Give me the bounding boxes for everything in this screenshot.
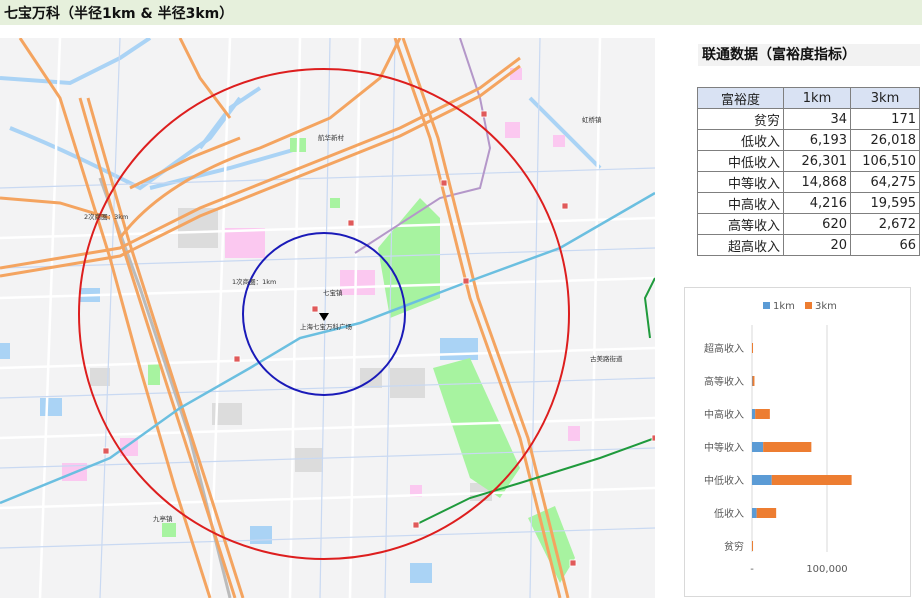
table-cell-3km: 66	[850, 234, 920, 256]
map-canvas[interactable]: 2次商圏：3km 1次商圏：1km 七宝镇 上海七宝万科广场 航华新村 虹桥镇 …	[0, 38, 655, 598]
label-hangkou: 航华新村	[318, 133, 345, 142]
bar-segment-3km	[755, 409, 770, 419]
label-circle-1km: 1次商圏：1km	[232, 277, 276, 286]
table-cell-1km: 14,868	[783, 171, 851, 193]
chart-canvas: 1km 3km 超高收入高等收入中高收入中等收入中低收入低收入贫穷- 100,000	[704, 301, 852, 575]
table-cell-1km: 4,216	[783, 192, 851, 214]
affluence-table: 富裕度 1km 3km 贫穷 34 171 低收入 6,193 26,018 中…	[697, 87, 920, 256]
affluence-bar-chart: 1km 3km 超高收入高等收入中高收入中等收入中低收入低收入贫穷 - 100,000	[684, 287, 911, 597]
table-cell-label: 中高收入	[697, 192, 784, 214]
x-tick-label: -	[750, 564, 754, 575]
category-label: 中低收入	[704, 474, 744, 487]
label-circle-3km: 2次商圏：3km	[84, 212, 128, 221]
table-row: 中低收入 26,301 106,510	[697, 150, 920, 172]
table-header-cell: 1km	[783, 87, 851, 109]
table-row: 中高收入 4,216 19,595	[697, 192, 920, 214]
label-jiuting: 九亭镇	[153, 514, 173, 523]
table-row: 低收入 6,193 26,018	[697, 129, 920, 151]
table-cell-label: 高等收入	[697, 213, 784, 235]
legend-swatch	[763, 302, 770, 309]
table-cell-1km: 34	[783, 108, 851, 130]
legend-swatch	[805, 302, 812, 309]
table-cell-1km: 26,301	[783, 150, 851, 172]
table-cell-3km: 19,595	[850, 192, 920, 214]
bar-segment-3km	[752, 541, 754, 551]
bar-segment-3km	[756, 508, 777, 518]
table-cell-1km: 620	[783, 213, 851, 235]
table-cell-label: 低收入	[697, 129, 784, 151]
legend-label: 3km	[815, 301, 837, 312]
table-cell-3km: 171	[850, 108, 920, 130]
category-label: 低收入	[714, 507, 744, 520]
table-cell-label: 中低收入	[697, 150, 784, 172]
table-header-cell: 富裕度	[697, 87, 784, 109]
table-cell-3km: 64,275	[850, 171, 920, 193]
map-view[interactable]: 2次商圏：3km 1次商圏：1km 七宝镇 上海七宝万科广场 航华新村 虹桥镇 …	[0, 38, 655, 598]
category-label: 超高收入	[704, 342, 744, 355]
bar-segment-1km	[752, 409, 756, 419]
table-cell-3km: 2,672	[850, 213, 920, 235]
x-tick-label: 100,000	[806, 564, 847, 575]
table-cell-1km: 6,193	[783, 129, 851, 151]
bar-segment-3km	[771, 475, 852, 485]
table-cell-label: 中等收入	[697, 171, 784, 193]
table-header-row: 富裕度 1km 3km	[697, 87, 920, 109]
bar-segment-1km	[752, 442, 764, 452]
table-row: 超高收入 20 66	[697, 234, 920, 256]
bar-segment-1km	[752, 508, 757, 518]
table-row: 中等收入 14,868 64,275	[697, 171, 920, 193]
category-label: 贫穷	[724, 540, 744, 553]
table-row: 高等收入 620 2,672	[697, 213, 920, 235]
category-label: 中等收入	[704, 441, 744, 454]
bar-segment-3km	[763, 442, 812, 452]
bar-segment-1km	[752, 475, 772, 485]
legend-label: 1km	[773, 301, 795, 312]
category-label: 高等收入	[704, 375, 744, 388]
label-hongqiao: 虹桥镇	[582, 115, 602, 124]
table-cell-3km: 106,510	[850, 150, 920, 172]
table-cell-1km: 20	[783, 234, 851, 256]
table-cell-label: 超高收入	[697, 234, 784, 256]
table-header-cell: 3km	[850, 87, 920, 109]
panel-title: 联通数据（富裕度指标）	[698, 44, 920, 66]
title-bar: 七宝万科（半径1km & 半径3km）	[0, 0, 922, 25]
bar-segment-3km	[752, 343, 754, 353]
label-gumei: 古美路街道	[590, 354, 623, 363]
category-label: 中高收入	[704, 408, 744, 421]
bar-segment-3km	[752, 376, 755, 386]
table-cell-3km: 26,018	[850, 129, 920, 151]
label-marker: 上海七宝万科广场	[300, 322, 353, 331]
table-cell-label: 贫穷	[697, 108, 784, 130]
label-qibao-town: 七宝镇	[323, 288, 343, 297]
table-row: 贫穷 34 171	[697, 108, 920, 130]
page-title: 七宝万科（半径1km & 半径3km）	[4, 6, 234, 22]
